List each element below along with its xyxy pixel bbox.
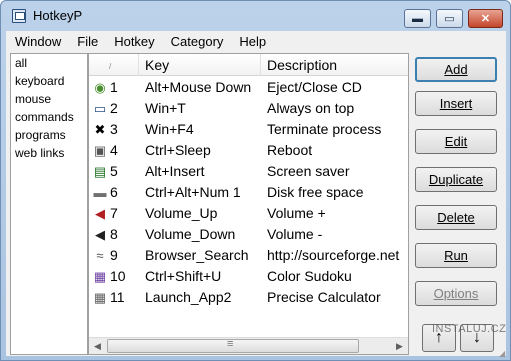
hotkey-description: Volume + [267,205,326,221]
hotkey-description: Eject/Close CD [267,79,362,95]
menu-category[interactable]: Category [163,34,232,49]
scroll-thumb[interactable] [107,338,359,353]
hotkey-key: Ctrl+Shift+U [145,268,222,284]
scroll-left-icon[interactable]: ◀ [89,338,106,354]
hotkey-key: Volume_Down [145,226,236,242]
hotkey-number: 10 [110,268,126,284]
hotkey-number: 6 [110,184,118,200]
calculator-icon: ▦ [93,290,107,305]
menu-hotkey[interactable]: Hotkey [106,34,162,49]
list-item[interactable]: ▣ 4 Ctrl+Sleep Reboot [89,140,408,161]
list-item[interactable]: ◀ 8 Volume_Down Volume - [89,224,408,245]
size-grip-icon[interactable]: ◢ [499,349,509,359]
sudoku-icon: ▦ [93,269,107,284]
watermark: INSTALUJ.CZ [432,323,507,335]
hotkey-description: Screen saver [267,163,350,179]
window-title: HotkeyP [33,8,83,23]
hotkey-number: 4 [110,142,118,158]
category-item-commands[interactable]: commands [11,108,87,126]
category-item-web-links[interactable]: web links [11,144,87,162]
category-list[interactable]: all keyboard mouse commands programs web… [10,53,88,355]
hotkey-key: Alt+Insert [145,163,205,179]
title-bar[interactable]: HotkeyP ▬ ▭ ✕ [1,1,510,31]
app-window: HotkeyP ▬ ▭ ✕ Window File Hotkey Categor… [0,0,511,361]
hotkey-number: 2 [110,100,118,116]
list-item[interactable]: ≈9 Browser_Search http://sourceforge.net [89,245,408,266]
close-icon: ✕ [480,13,491,25]
hotkey-key: Launch_App2 [145,289,232,305]
hotkey-number: 7 [110,205,118,221]
hotkey-description: Terminate process [267,121,382,137]
column-header-number[interactable]: / [89,54,139,76]
list-header: / Key Description [89,54,408,76]
run-button[interactable]: Run [415,243,497,268]
maximize-button[interactable]: ▭ [436,9,463,28]
list-item[interactable]: ▭ 2 Win+T Always on top [89,98,408,119]
web-icon: ≈ [96,248,104,263]
hotkey-description: http://sourceforge.net [267,247,400,263]
hotkey-key: Ctrl+Alt+Num 1 [145,184,241,200]
add-button[interactable]: Add [415,57,497,82]
duplicate-button[interactable]: Duplicate [415,167,497,192]
category-item-keyboard[interactable]: keyboard [11,72,87,90]
client-area: all keyboard mouse commands programs web… [6,51,506,356]
hotkey-key: Alt+Mouse Down [145,79,252,95]
hotkey-description: Reboot [267,142,313,158]
hotkey-number: 11 [110,289,125,305]
speaker-minus-icon: ◀ [95,227,105,242]
hotkey-description: Disk free space [267,184,364,200]
app-icon[interactable] [12,9,26,23]
hotkey-description: Always on top [267,100,355,116]
hotkey-description: Volume - [267,226,323,242]
list-item[interactable]: ▦ 11 Launch_App2 Precise Calculator [89,287,408,308]
list-item[interactable]: ◀ 7 Volume_Up Volume + [89,203,408,224]
close-window-icon: ✖ [94,122,106,137]
list-item[interactable]: ▤ 5 Alt+Insert Screen saver [89,161,408,182]
close-button[interactable]: ✕ [468,9,503,28]
hotkey-number: 9 [110,247,118,263]
hotkey-number: 5 [110,163,118,179]
list-rows: ◉ 1 Alt+Mouse Down Eject/Close CD ▭ 2 Win+T Alw… [89,77,408,308]
insert-button[interactable]: Insert [415,91,497,116]
hotkey-number: 8 [110,226,118,242]
menu-window[interactable]: Window [6,34,69,49]
minimize-button[interactable]: ▬ [404,9,431,28]
column-header-key[interactable]: Key [139,54,261,76]
menu-help[interactable]: Help [231,34,274,49]
options-button[interactable]: Options [415,281,497,306]
hotkey-key: Browser_Search [145,247,249,263]
list-item[interactable]: ✖ 3 Win+F4 Terminate process [89,119,408,140]
sort-icon: / [109,62,112,71]
horizontal-scrollbar[interactable]: ◀ ▶ [89,337,408,354]
speaker-plus-icon: ◀ [95,206,105,221]
list-item[interactable]: ◉ 1 Alt+Mouse Down Eject/Close CD [89,77,408,98]
monitor-icon: ▤ [93,164,107,179]
delete-button[interactable]: Delete [415,205,497,230]
category-item-all[interactable]: all [11,54,87,72]
scroll-right-icon[interactable]: ▶ [391,338,408,354]
hotkey-description: Precise Calculator [267,289,381,305]
maximize-icon: ▭ [444,13,455,25]
category-item-programs[interactable]: programs [11,126,87,144]
hotkey-list[interactable]: / Key Description ◉ 1 Alt+Mouse Down Eject/… [88,53,409,355]
menu-file[interactable]: File [69,34,106,49]
minimize-icon: ▬ [412,12,423,25]
list-item[interactable]: ▦ 10 Ctrl+Shift+U Color Sudoku [89,266,408,287]
column-header-description[interactable]: Description [261,54,408,76]
hotkey-key: Ctrl+Sleep [145,142,211,158]
hotkey-number: 1 [110,79,118,95]
hotkey-key: Win+F4 [145,121,194,137]
hotkey-key: Volume_Up [145,205,218,221]
menu-bar: Window File Hotkey Category Help [6,31,506,51]
hotkey-number: 3 [110,121,118,137]
computer-icon: ▣ [93,143,107,158]
edit-button[interactable]: Edit [415,129,497,154]
list-item[interactable]: ▬ 6 Ctrl+Alt+Num 1 Disk free space [89,182,408,203]
hotkey-key: Win+T [145,100,186,116]
hotkey-description: Color Sudoku [267,268,352,284]
window-icon: ▭ [93,101,107,116]
drive-icon: ▬ [93,185,107,200]
category-item-mouse[interactable]: mouse [11,90,87,108]
cd-icon: ◉ [94,80,106,95]
